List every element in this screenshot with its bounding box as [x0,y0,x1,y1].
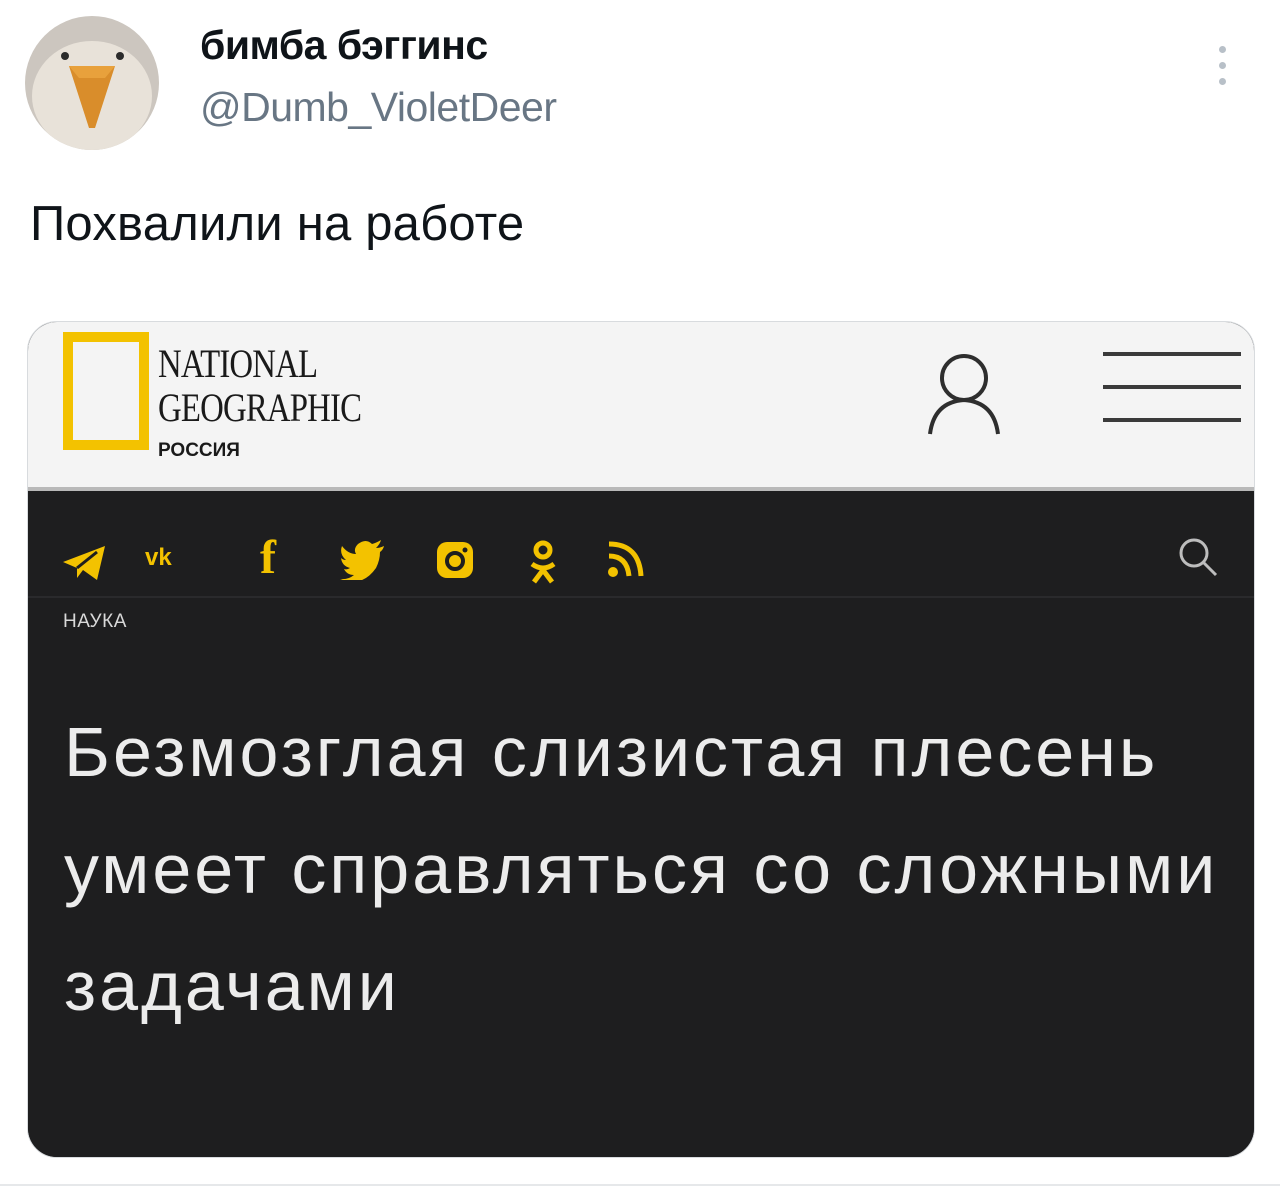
logo-line-geographic: GEOGRAPHIC [158,385,362,430]
logo-line-national: NATIONAL [158,341,318,386]
twitter-icon [340,540,386,584]
vk-icon: vk [145,544,172,571]
odnoklassniki-icon [528,540,558,584]
facebook-icon: f [260,531,276,584]
telegram-icon [61,540,107,584]
tweet-bottom-divider [0,1184,1280,1186]
hamburger-menu-icon [1103,352,1241,432]
tweet-image[interactable]: NATIONAL GEOGRAPHIC РОССИЯ vk f НАУКА Бе… [27,321,1255,1158]
logo-line-russia: РОССИЯ [158,440,240,461]
fox-avatar-icon[interactable] [25,16,159,150]
user-handle[interactable]: @Dumb_VioletDeer [200,84,557,131]
social-divider [28,596,1254,598]
ng-logo-frame [63,332,149,450]
instagram-icon [435,540,475,584]
user-icon [924,348,1004,438]
more-vertical-icon[interactable] [1210,46,1234,96]
search-icon [1176,535,1220,579]
section-label: НАУКА [63,611,127,632]
article-headline: Безмозглая слизистая плесень умеет справ… [64,713,1219,1025]
rss-icon [605,540,645,584]
ng-site-header: NATIONAL GEOGRAPHIC РОССИЯ [28,322,1254,490]
tweet-text: Похвалили на работе [30,197,525,251]
display-name[interactable]: бимба бэггинс [200,22,488,69]
